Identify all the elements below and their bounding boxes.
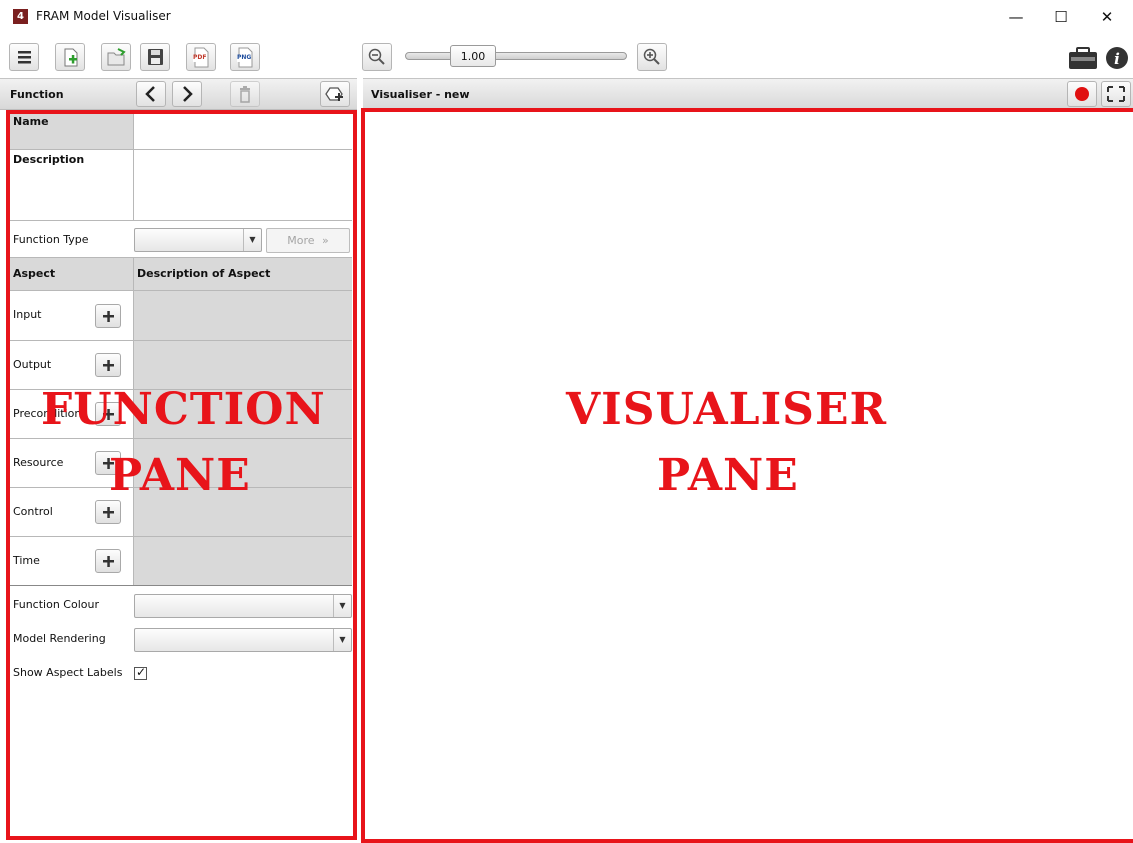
app-logo-icon: 4 <box>13 9 28 24</box>
aspect-header-row: Aspect Description of Aspect <box>10 258 352 291</box>
description-label: Description <box>13 153 85 166</box>
new-model-button[interactable] <box>55 43 85 71</box>
toolbox-icon <box>1069 47 1097 69</box>
add-output-button[interactable] <box>95 353 121 377</box>
more-button[interactable]: More » <box>266 228 350 253</box>
open-folder-icon <box>107 48 126 66</box>
function-type-label: Function Type <box>13 233 89 246</box>
more-label: More <box>287 234 315 247</box>
dropdown-arrow-icon: ▼ <box>243 229 261 251</box>
add-hexagon-icon <box>325 87 343 101</box>
aspect-column-header: Aspect <box>13 267 56 280</box>
zoom-value-field[interactable]: 1.00 <box>450 45 496 67</box>
new-file-icon <box>64 48 78 67</box>
info-icon: i <box>1106 47 1128 69</box>
aspect-label: Control <box>13 505 53 518</box>
name-input[interactable] <box>133 112 352 149</box>
add-control-button[interactable] <box>95 500 121 524</box>
zoom-out-button[interactable] <box>362 43 392 71</box>
aspect-description-cell[interactable] <box>133 537 352 585</box>
add-function-button[interactable] <box>320 81 350 107</box>
minimize-button[interactable]: — <box>1006 7 1026 27</box>
record-icon <box>1075 87 1089 101</box>
add-input-button[interactable] <box>95 304 121 328</box>
aspect-row-output: Output <box>10 341 352 390</box>
aspect-label: Input <box>13 308 42 321</box>
png-label: PNG <box>237 54 252 61</box>
plus-icon <box>103 507 114 518</box>
zoom-slider[interactable] <box>405 52 627 60</box>
previous-function-button[interactable] <box>136 81 166 107</box>
function-colour-label: Function Colour <box>13 598 99 611</box>
aspect-label: Output <box>13 358 52 371</box>
export-png-button[interactable]: PNG <box>230 43 260 71</box>
description-of-aspect-column-header: Description of Aspect <box>133 258 352 290</box>
record-button[interactable] <box>1067 81 1097 107</box>
dropdown-arrow-icon: ▼ <box>333 595 351 617</box>
chevron-left-icon <box>145 86 155 102</box>
description-row: Description <box>10 150 352 221</box>
save-icon <box>148 49 163 65</box>
expand-icon <box>1107 86 1125 102</box>
aspect-label: Time <box>13 554 40 567</box>
visualiser-pane-title: Visualiser - new <box>371 88 470 101</box>
model-rendering-label: Model Rendering <box>13 632 106 645</box>
function-type-dropdown[interactable]: ▼ <box>134 228 262 252</box>
zoom-in-icon <box>643 48 660 65</box>
function-pane-overlay-line2: PANE <box>109 450 251 501</box>
title-bar: 4 FRAM Model Visualiser — ☐ ✕ <box>0 0 1133 34</box>
maximize-button[interactable]: ☐ <box>1051 7 1071 27</box>
plus-icon <box>103 360 114 371</box>
info-button[interactable]: i <box>1104 45 1130 71</box>
window-title: FRAM Model Visualiser <box>36 9 171 23</box>
menu-button[interactable] <box>9 43 39 71</box>
pdf-label: PDF <box>193 54 207 61</box>
visualiser-pane-header: Visualiser - new <box>363 78 1133 110</box>
delete-function-button[interactable] <box>230 81 260 107</box>
open-model-button[interactable] <box>101 43 131 71</box>
trash-icon <box>240 86 250 103</box>
function-pane-overlay-line1: FUNCTION <box>41 384 326 435</box>
zoom-out-icon <box>368 48 385 65</box>
double-chevron-right-icon: » <box>322 234 329 247</box>
aspect-label: Resource <box>13 456 64 469</box>
function-pane-title: Function <box>10 88 64 101</box>
visualiser-pane-overlay-line1: VISUALISER <box>566 384 888 435</box>
checkmark-icon: ✓ <box>136 665 147 679</box>
function-pane-header: Function <box>0 78 357 110</box>
show-aspect-labels-label: Show Aspect Labels <box>13 666 123 679</box>
save-button[interactable] <box>140 43 170 71</box>
dropdown-arrow-icon: ▼ <box>333 629 351 651</box>
add-time-button[interactable] <box>95 549 121 573</box>
description-input[interactable] <box>133 150 352 220</box>
export-pdf-button[interactable]: PDF <box>186 43 216 71</box>
model-rendering-dropdown[interactable]: ▼ <box>134 628 352 652</box>
hamburger-icon <box>18 51 31 64</box>
aspect-description-cell[interactable] <box>133 341 352 389</box>
chevron-right-icon <box>183 86 193 102</box>
name-row: Name <box>10 112 352 150</box>
visualiser-pane-overlay-line2: PANE <box>657 450 799 501</box>
aspect-row-time: Time <box>10 537 352 586</box>
fullscreen-button[interactable] <box>1101 81 1131 107</box>
plus-icon <box>103 556 114 567</box>
show-aspect-labels-checkbox[interactable]: ✓ <box>134 665 147 680</box>
aspect-description-cell[interactable] <box>133 291 352 340</box>
plus-icon <box>103 311 114 322</box>
svg-text:i: i <box>1114 50 1120 68</box>
close-button[interactable]: ✕ <box>1097 7 1117 27</box>
next-function-button[interactable] <box>172 81 202 107</box>
aspect-row-input: Input <box>10 291 352 341</box>
name-label: Name <box>10 112 133 149</box>
toolbox-button[interactable] <box>1066 45 1100 71</box>
zoom-in-button[interactable] <box>637 43 667 71</box>
function-colour-dropdown[interactable]: ▼ <box>134 594 352 618</box>
